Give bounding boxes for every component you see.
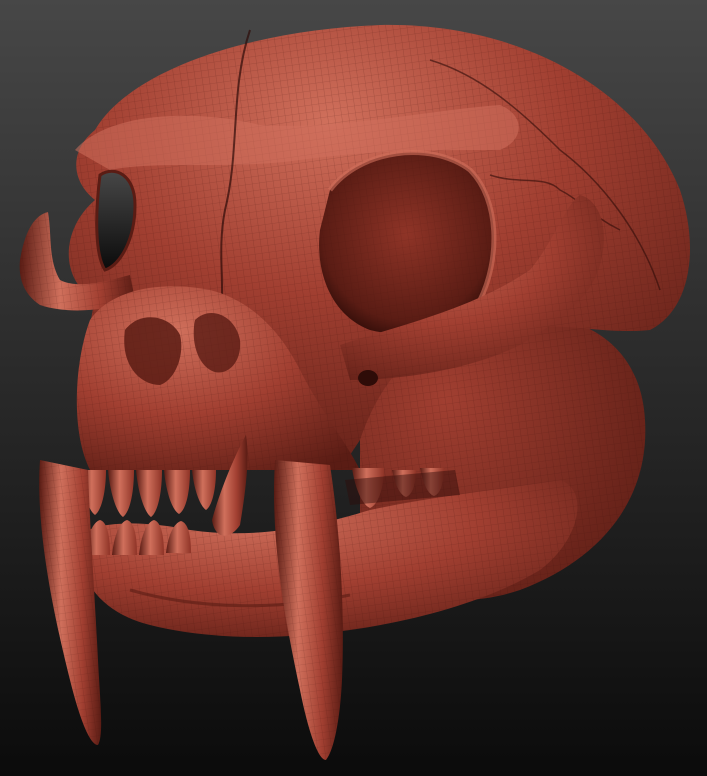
skull-render bbox=[0, 0, 707, 776]
viewport bbox=[0, 0, 707, 776]
